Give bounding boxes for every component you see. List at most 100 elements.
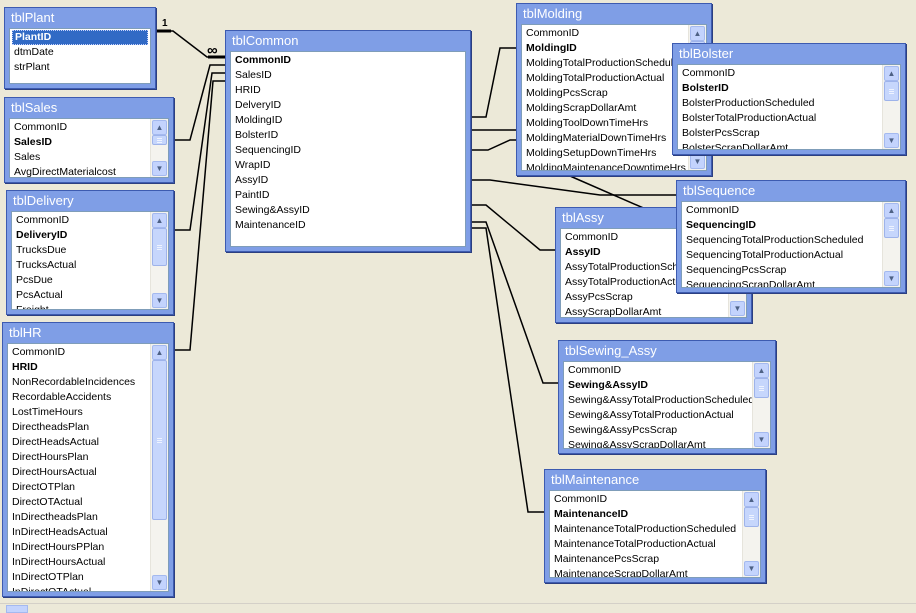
scroll-thumb[interactable] <box>884 81 899 101</box>
field-item[interactable]: InDirectOTPlan <box>8 570 150 585</box>
field-item[interactable]: CommonID <box>550 492 742 507</box>
field-item[interactable]: strPlant <box>10 60 150 75</box>
field-item[interactable]: SequencingScrapDollarAmt <box>682 278 882 287</box>
field-item[interactable]: MoldingTotalProductionActual <box>522 71 688 86</box>
field-item[interactable]: PcsDue <box>12 273 150 288</box>
table-common[interactable]: tblCommon CommonID SalesID HRID DelveryID Mol… <box>225 30 471 252</box>
vertical-scrollbar[interactable]: ▲▼ <box>882 65 900 149</box>
table-sales[interactable]: tblSales CommonID SalesID Sales AvgDirectMat… <box>4 97 174 183</box>
table-plant[interactable]: tblPlant PlantID dtmDate strPlant <box>4 7 156 89</box>
scroll-up-icon[interactable]: ▲ <box>152 213 167 228</box>
field-item[interactable]: MaintenanceTotalProductionScheduled <box>550 522 742 537</box>
field-item[interactable]: SequencingTotalProductionActual <box>682 248 882 263</box>
field-item[interactable]: SequencingPcsScrap <box>682 263 882 278</box>
field-item[interactable]: LostTimeHours <box>8 405 150 420</box>
primary-key-field[interactable]: MoldingID <box>522 41 688 56</box>
field-item[interactable]: InDirectheadsPlan <box>8 510 150 525</box>
field-item[interactable]: CommonID <box>8 345 150 360</box>
scroll-down-icon[interactable]: ▼ <box>884 133 899 148</box>
field-item[interactable]: BolsterPcsScrap <box>678 126 882 141</box>
field-item[interactable]: Freight <box>12 303 150 309</box>
field-item[interactable]: SequencingTotalProductionScheduled <box>682 233 882 248</box>
field-item[interactable]: AssyID <box>231 173 465 188</box>
field-item[interactable]: DirectheadsPlan <box>8 420 150 435</box>
field-item[interactable]: WrapID <box>231 158 465 173</box>
table-title[interactable]: tblSewing_Assy <box>563 341 771 361</box>
scroll-thumb[interactable] <box>754 378 769 398</box>
field-item[interactable]: Sales <box>10 150 150 165</box>
field-item[interactable]: MaintenanceScrapDollarAmt <box>550 567 742 577</box>
scroll-down-icon[interactable]: ▼ <box>744 561 759 576</box>
field-item[interactable]: MoldingID <box>231 113 465 128</box>
vertical-scrollbar[interactable]: ▲▼ <box>752 362 770 448</box>
field-item[interactable]: Sewing&AssyPcsScrap <box>564 423 752 438</box>
vertical-scrollbar[interactable]: ▲▼ <box>150 344 168 591</box>
field-item[interactable]: Sewing&AssyID <box>231 203 465 218</box>
field-item[interactable]: Sewing&AssyTotalProductionActual <box>564 408 752 423</box>
scroll-down-icon[interactable]: ▼ <box>730 301 745 316</box>
vertical-scrollbar[interactable]: ▲▼ <box>150 212 168 309</box>
field-item[interactable]: PcsActual <box>12 288 150 303</box>
field-item[interactable]: DirectHoursPlan <box>8 450 150 465</box>
field-item[interactable]: SequencingID <box>231 143 465 158</box>
scroll-thumb[interactable] <box>152 135 167 145</box>
field-list[interactable]: CommonID HRID NonRecordableIncidences Recor… <box>7 343 169 592</box>
field-list[interactable]: PlantID dtmDate strPlant <box>9 28 151 84</box>
field-item[interactable]: DirectOTActual <box>8 495 150 510</box>
scroll-down-icon[interactable]: ▼ <box>690 154 705 169</box>
field-item[interactable]: MoldingToolDownTimeHrs <box>522 116 688 131</box>
scroll-thumb[interactable] <box>6 605 28 613</box>
field-item[interactable]: Sewing&AssyTotalProductionScheduled <box>564 393 752 408</box>
table-title[interactable]: tblSales <box>9 98 169 118</box>
scroll-down-icon[interactable]: ▼ <box>152 575 167 590</box>
scroll-up-icon[interactable]: ▲ <box>744 492 759 507</box>
scroll-up-icon[interactable]: ▲ <box>884 203 899 218</box>
table-title[interactable]: tblSequence <box>681 181 901 201</box>
field-item[interactable]: CommonID <box>564 363 752 378</box>
field-item[interactable]: MoldingMaterialDownTimeHrs <box>522 131 688 146</box>
field-item[interactable]: InDirectHoursActual <box>8 555 150 570</box>
field-item[interactable]: CommonID <box>682 203 882 218</box>
vertical-scrollbar[interactable]: ▲▼ <box>150 119 168 177</box>
field-item[interactable]: CommonID <box>10 120 150 135</box>
field-item[interactable]: TrucksDue <box>12 243 150 258</box>
primary-key-field[interactable]: HRID <box>8 360 150 375</box>
field-item[interactable]: MoldingPcsScrap <box>522 86 688 101</box>
field-item[interactable]: InDirectHoursPPlan <box>8 540 150 555</box>
scroll-down-icon[interactable]: ▼ <box>152 293 167 308</box>
vertical-scrollbar[interactable]: ▲▼ <box>882 202 900 287</box>
field-item[interactable]: InDirectHeadsActual <box>8 525 150 540</box>
field-item[interactable]: CommonID <box>678 66 882 81</box>
field-item[interactable]: BolsterTotalProductionActual <box>678 111 882 126</box>
table-bolster[interactable]: tblBolster CommonID BolsterID BolsterProduc… <box>672 43 906 155</box>
primary-key-field[interactable]: Sewing&AssyID <box>564 378 752 393</box>
table-sewing[interactable]: tblSewing_Assy CommonID Sewing&AssyID Sewin… <box>558 340 776 454</box>
primary-key-field[interactable]: BolsterID <box>678 81 882 96</box>
field-item[interactable]: DirectOTPlan <box>8 480 150 495</box>
table-title[interactable]: tblCommon <box>230 31 466 51</box>
field-item[interactable]: RecordableAccidents <box>8 390 150 405</box>
field-list[interactable]: CommonID SalesID Sales AvgDirectMaterialcos… <box>9 118 169 178</box>
field-item[interactable]: MoldingScrapDollarAmt <box>522 101 688 116</box>
table-title[interactable]: tblPlant <box>9 8 151 28</box>
field-item[interactable]: AssyScrapDollarAmt <box>561 305 728 317</box>
field-item[interactable]: PaintID <box>231 188 465 203</box>
field-item[interactable]: CommonID <box>522 26 688 41</box>
field-item[interactable]: TrucksActual <box>12 258 150 273</box>
scroll-thumb[interactable] <box>152 228 167 266</box>
field-item[interactable]: MaintenancePcsScrap <box>550 552 742 567</box>
field-list[interactable]: CommonID MaintenanceID MaintenanceTotalPro… <box>549 490 761 578</box>
scroll-up-icon[interactable]: ▲ <box>884 66 899 81</box>
scroll-up-icon[interactable]: ▲ <box>754 363 769 378</box>
field-item[interactable]: BolsterID <box>231 128 465 143</box>
scroll-up-icon[interactable]: ▲ <box>152 120 167 135</box>
scroll-down-icon[interactable]: ▼ <box>884 271 899 286</box>
primary-key-field[interactable]: DeliveryID <box>12 228 150 243</box>
field-item[interactable]: AvgDirectMaterialcost <box>10 165 150 177</box>
field-item[interactable]: MaintenanceTotalProductionActual <box>550 537 742 552</box>
field-item[interactable]: NonRecordableIncidences <box>8 375 150 390</box>
field-item[interactable]: DirectHoursActual <box>8 465 150 480</box>
field-item[interactable]: MoldingSetupDownTimeHrs <box>522 146 688 161</box>
table-maintenance[interactable]: tblMaintenance CommonID MaintenanceID Maint… <box>544 469 766 583</box>
field-item[interactable]: HRID <box>231 83 465 98</box>
